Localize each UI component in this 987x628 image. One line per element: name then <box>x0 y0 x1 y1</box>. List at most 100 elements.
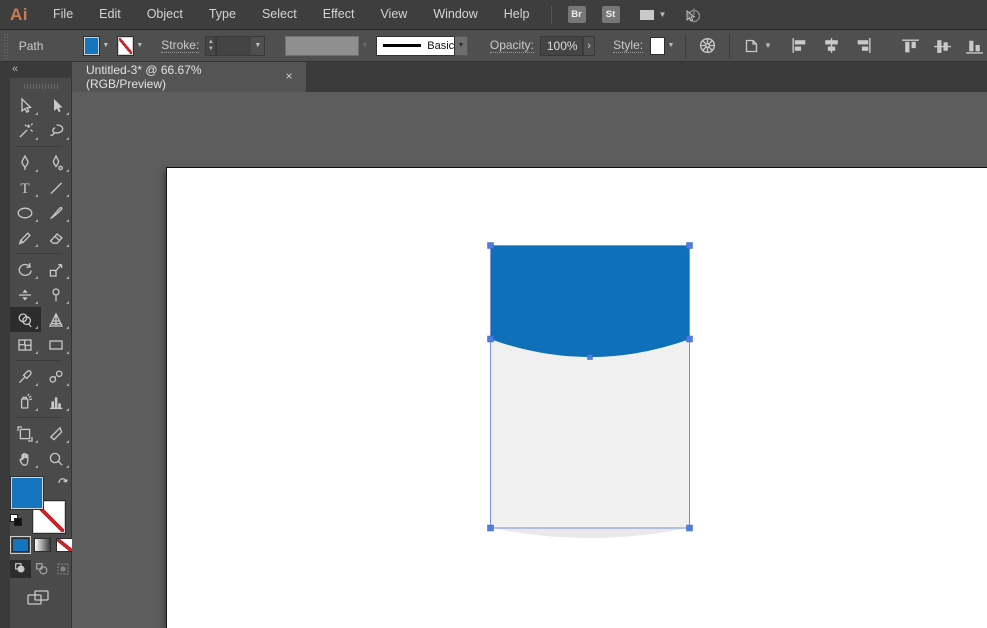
menubar-separator <box>551 6 552 24</box>
opacity-label[interactable]: Opacity: <box>490 38 534 53</box>
gradient-tool[interactable] <box>41 332 72 357</box>
tab-close-icon[interactable]: × <box>282 69 296 83</box>
blend-tool[interactable] <box>41 364 72 389</box>
fill-chevron-icon[interactable]: ▼ <box>100 36 111 56</box>
stock-button[interactable]: St <box>602 6 620 23</box>
panel-grip[interactable] <box>2 33 9 59</box>
width-profile-chevron-icon: ▼ <box>359 36 370 56</box>
pencil-tool[interactable] <box>10 225 41 250</box>
menu-window[interactable]: Window <box>420 0 490 29</box>
menu-effect[interactable]: Effect <box>310 0 368 29</box>
shape-builder-tool[interactable] <box>10 307 41 332</box>
default-fill-stroke-icon[interactable] <box>10 514 22 526</box>
tool-group-divider <box>10 357 72 364</box>
width-profile-combo[interactable] <box>285 36 359 56</box>
hand-tool[interactable] <box>10 446 41 471</box>
panel-drag-grip[interactable] <box>24 84 58 89</box>
selection-tool[interactable] <box>10 93 41 118</box>
menu-bar: Ai FileEditObjectTypeSelectEffectViewWin… <box>0 0 987 30</box>
document-tab[interactable]: Untitled-3* @ 66.67% (RGB/Preview) × <box>72 62 306 92</box>
magic-wand-tool[interactable] <box>10 118 41 143</box>
puppet-warp-tool[interactable] <box>41 282 72 307</box>
document-tab-bar: Untitled-3* @ 66.67% (RGB/Preview) × <box>72 62 987 92</box>
change-screen-mode-icon[interactable] <box>26 588 52 608</box>
app-logo: Ai <box>0 5 40 25</box>
eyedropper-tool[interactable] <box>10 364 41 389</box>
menu-help[interactable]: Help <box>491 0 543 29</box>
opacity-arrow-icon[interactable]: › <box>583 36 595 56</box>
align-buttons <box>787 37 987 54</box>
controlbar-separator <box>685 34 686 58</box>
power-icon <box>684 5 706 25</box>
chevron-down-icon: ▼ <box>659 10 667 19</box>
curvature-tool[interactable] <box>41 150 72 175</box>
controlbar-separator <box>729 34 730 58</box>
line-segment-tool[interactable] <box>41 175 72 200</box>
fill-indicator[interactable] <box>10 476 44 510</box>
brush-stroke-preview <box>383 44 421 47</box>
style-label[interactable]: Style: <box>613 38 643 53</box>
horizontal-align-right-button[interactable] <box>851 37 876 54</box>
brush-chevron-icon[interactable]: ▼ <box>455 36 468 56</box>
menu-object[interactable]: Object <box>134 0 196 29</box>
draw-inside-mode-button[interactable] <box>52 560 73 578</box>
color-button[interactable] <box>12 538 29 552</box>
arrange-documents-button[interactable]: ▼ <box>638 7 667 23</box>
type-tool[interactable]: T <box>10 175 41 200</box>
workspace: Untitled-3* @ 66.67% (RGB/Preview) × « T <box>0 62 987 628</box>
drawing-modes <box>10 560 73 578</box>
pasteboard[interactable] <box>72 92 987 628</box>
menu-edit[interactable]: Edit <box>86 0 134 29</box>
horizontal-align-left-button[interactable] <box>787 37 812 54</box>
slice-tool[interactable] <box>41 421 72 446</box>
pen-tool[interactable] <box>10 150 41 175</box>
scale-tool[interactable] <box>41 257 72 282</box>
vertical-align-bottom-button[interactable] <box>962 37 987 54</box>
artboard-tool[interactable] <box>10 421 41 446</box>
vertical-align-top-button[interactable] <box>898 37 923 54</box>
lasso-tool[interactable] <box>41 118 72 143</box>
bridge-button[interactable]: Br <box>568 6 586 23</box>
swap-fill-stroke-icon[interactable] <box>56 474 70 487</box>
rotate-tool[interactable] <box>10 257 41 282</box>
recolor-artwork-icon[interactable] <box>695 36 720 55</box>
none-button[interactable] <box>56 538 73 552</box>
gradient-button[interactable] <box>34 538 51 552</box>
tool-group-divider <box>10 414 72 421</box>
menu-type[interactable]: Type <box>196 0 249 29</box>
draw-behind-mode-button[interactable] <box>31 560 52 578</box>
width-tool[interactable] <box>10 282 41 307</box>
transform-options-icon[interactable]: ▼ <box>739 37 775 55</box>
direct-selection-tool[interactable] <box>41 93 72 118</box>
tool-group-divider <box>10 250 72 257</box>
style-swatch[interactable] <box>650 37 665 55</box>
column-graph-tool[interactable] <box>41 389 72 414</box>
eraser-tool[interactable] <box>41 225 72 250</box>
stroke-chevron-icon[interactable]: ▼ <box>134 36 145 56</box>
symbol-sprayer-tool[interactable] <box>10 389 41 414</box>
perspective-grid-tool[interactable] <box>41 307 72 332</box>
menu-view[interactable]: View <box>367 0 420 29</box>
tools-panel: T <box>10 78 72 628</box>
style-chevron-icon[interactable]: ▼ <box>665 36 676 56</box>
stroke-color-swatch[interactable] <box>117 36 134 56</box>
zoom-tool[interactable] <box>41 446 72 471</box>
draw-normal-mode-button[interactable] <box>10 560 31 578</box>
brush-definition-combo[interactable]: Basic <box>376 36 455 56</box>
menu-file[interactable]: File <box>40 0 86 29</box>
opacity-input[interactable]: 100% <box>540 36 583 56</box>
vertical-align-center-button[interactable] <box>930 37 955 54</box>
fill-stroke-indicator <box>10 474 72 536</box>
collapse-panel-button[interactable]: « <box>12 63 18 75</box>
paintbrush-tool[interactable] <box>41 200 72 225</box>
fill-color-swatch[interactable] <box>83 36 100 56</box>
stroke-weight-combo[interactable]: ▼ <box>216 36 265 56</box>
stroke-weight-stepper[interactable]: ▲▼ <box>205 36 216 56</box>
horizontal-align-center-button[interactable] <box>819 37 844 54</box>
artboard[interactable] <box>166 167 987 628</box>
mesh-tool[interactable] <box>10 332 41 357</box>
stroke-weight-label[interactable]: Stroke: <box>161 38 199 53</box>
ellipse-tool[interactable] <box>10 200 41 225</box>
menu-select[interactable]: Select <box>249 0 310 29</box>
brush-name: Basic <box>427 40 454 52</box>
